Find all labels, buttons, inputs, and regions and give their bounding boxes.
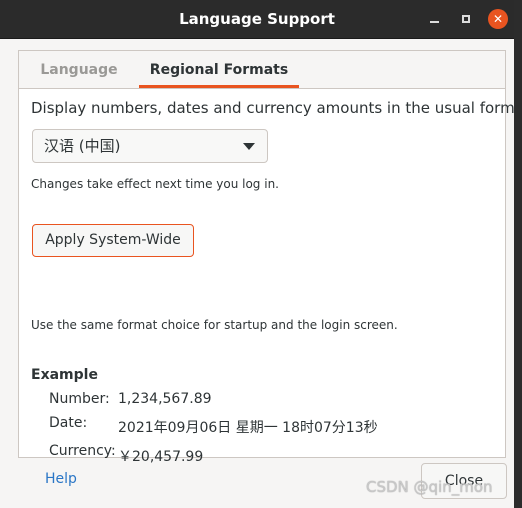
currency-value: ￥20,457.99 [118, 449, 204, 465]
title-bar: Language Support ✕ [0, 0, 514, 39]
help-button[interactable]: Help [45, 471, 77, 487]
format-locale-select[interactable]: 汉语 (中国) [32, 129, 268, 163]
apply-note: Use the same format choice for startup a… [31, 318, 398, 332]
number-value: 1,234,567.89 [118, 391, 212, 407]
example-heading: Example [31, 367, 98, 383]
apply-system-wide-button[interactable]: Apply System-Wide [32, 224, 194, 257]
maximize-icon [462, 15, 470, 23]
language-support-dialog: Language Support ✕ Language Regional For… [0, 0, 514, 508]
minimize-button[interactable] [424, 9, 444, 29]
tab-bar: Language Regional Formats [19, 51, 505, 89]
format-description: Display numbers, dates and currency amou… [31, 99, 514, 117]
number-label: Number: [49, 391, 110, 407]
maximize-button[interactable] [456, 9, 476, 29]
watermark: CSDN @qin_mon [366, 478, 493, 496]
minimize-icon [429, 21, 439, 23]
tab-language[interactable]: Language [29, 51, 129, 87]
date-value: 2021年09月06日 星期一 18时07分13秒 [118, 420, 378, 436]
format-locale-value: 汉语 (中国) [44, 137, 121, 155]
tab-regional-formats[interactable]: Regional Formats [139, 51, 299, 88]
currency-label: Currency: [49, 443, 116, 459]
close-window-button[interactable]: ✕ [488, 9, 508, 29]
regional-formats-panel: Display numbers, dates and currency amou… [19, 89, 514, 465]
close-icon: ✕ [492, 12, 504, 26]
tab-notebook: Language Regional Formats Display number… [18, 50, 514, 465]
change-note: Changes take effect next time you log in… [31, 177, 279, 191]
chevron-down-icon [243, 143, 255, 150]
date-label: Date: [49, 415, 88, 431]
desktop-background [514, 0, 522, 508]
